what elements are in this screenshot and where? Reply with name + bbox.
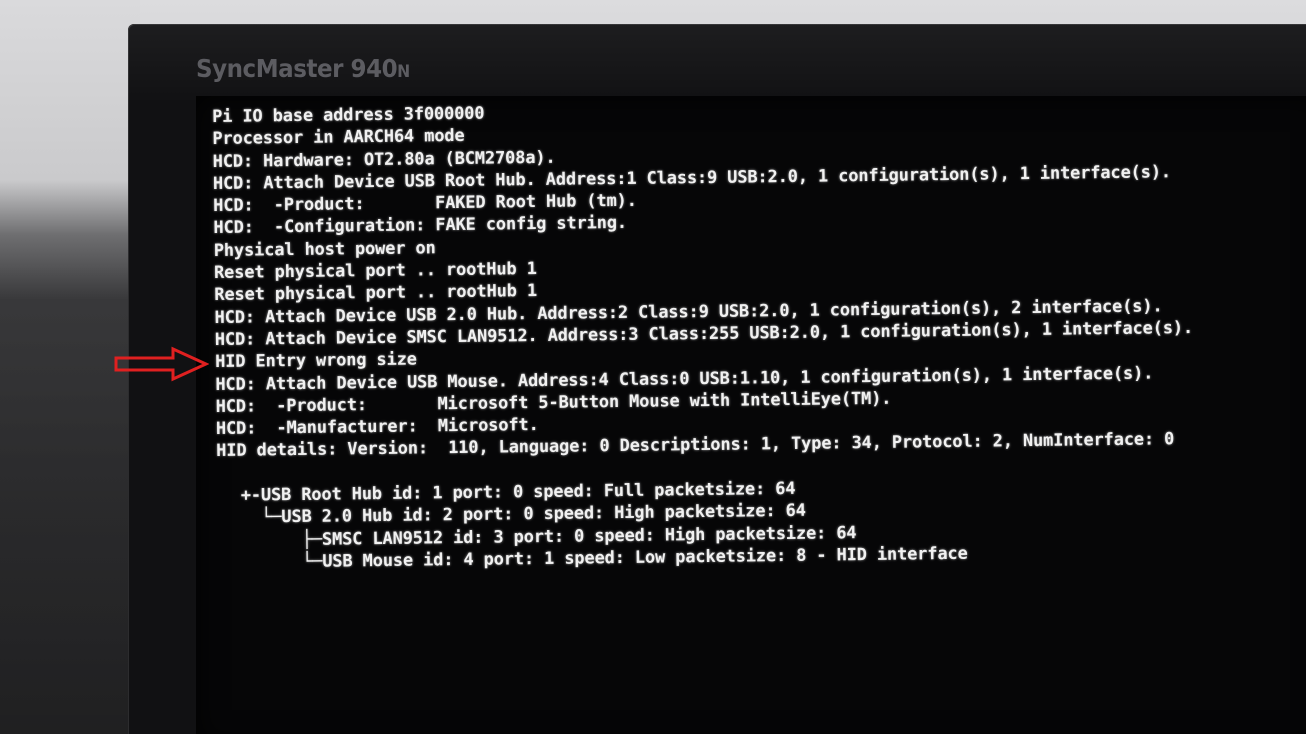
red-arrow-icon: [114, 346, 209, 382]
boot-console: Pi IO base address 3f000000 Processor in…: [212, 96, 1306, 574]
brand-suffix: N: [397, 62, 410, 82]
photo-scene: SyncMaster 940N Pi IO base address 3f000…: [0, 0, 1306, 734]
brand-name: SyncMaster 940: [196, 54, 398, 83]
desk-shadow: [0, 260, 128, 734]
monitor-screen: Pi IO base address 3f000000 Processor in…: [196, 96, 1306, 734]
monitor-brand-label: SyncMaster 940N: [196, 54, 410, 83]
